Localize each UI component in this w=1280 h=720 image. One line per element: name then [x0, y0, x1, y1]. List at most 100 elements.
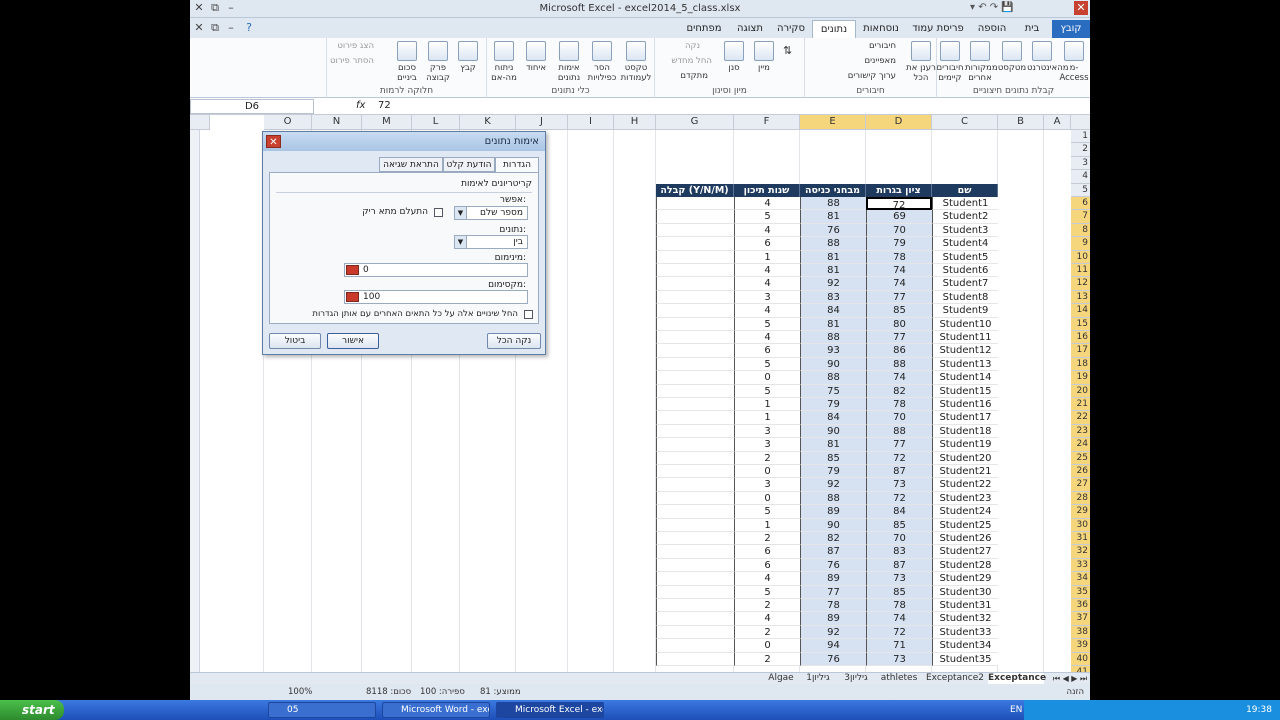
cell-e35[interactable]: 77	[800, 585, 866, 599]
cell-e13[interactable]: 83	[800, 290, 866, 305]
cell-f23[interactable]: 3	[734, 424, 800, 439]
cell-f32[interactable]: 6	[734, 545, 800, 559]
select-all-corner[interactable]	[190, 115, 210, 130]
cell-c38[interactable]: Student33	[932, 625, 998, 640]
cell-g35[interactable]	[656, 585, 734, 599]
cell-f28[interactable]: 0	[734, 491, 800, 506]
cell-g18[interactable]	[656, 357, 734, 372]
row-header[interactable]: 36	[1071, 599, 1090, 613]
cell-d29[interactable]: 84	[866, 505, 932, 519]
doc-close-icon[interactable]: ✕	[192, 21, 206, 35]
cell-d35[interactable]: 85	[866, 585, 932, 599]
cell-f30[interactable]: 1	[734, 518, 800, 532]
cell-e20[interactable]: 75	[800, 384, 866, 398]
cell-f33[interactable]: 6	[734, 558, 800, 573]
cell-f36[interactable]: 2	[734, 599, 800, 613]
cell-c8[interactable]: Student3	[932, 223, 998, 238]
ignore-blank-checkbox[interactable]	[434, 208, 443, 217]
cell-e16[interactable]: 88	[800, 331, 866, 345]
select-all[interactable]	[1071, 115, 1090, 130]
formula-input[interactable]: 72	[378, 100, 391, 111]
cell-d22[interactable]: 70	[866, 411, 932, 425]
cell-d13[interactable]: 77	[866, 290, 932, 305]
maximum-input[interactable]: 100	[344, 290, 528, 304]
hide-detail-button[interactable]: הסתר פירוט	[330, 56, 374, 66]
row-header[interactable]: 25	[1071, 451, 1090, 465]
cell-e7[interactable]: 81	[800, 210, 866, 224]
column-header-m[interactable]: M	[362, 115, 412, 130]
cell-c11[interactable]: Student6	[932, 264, 998, 278]
cell-e12[interactable]: 92	[800, 277, 866, 291]
group-button[interactable]: קבץ	[453, 41, 483, 73]
row-header[interactable]: 18	[1071, 357, 1090, 372]
cell-e31[interactable]: 82	[800, 532, 866, 546]
zoom-level[interactable]: 100%	[288, 684, 312, 700]
cell-c19[interactable]: Student14	[932, 371, 998, 385]
edit-links-button[interactable]: ערוך קישורים	[848, 71, 896, 81]
row-header[interactable]: 15	[1071, 317, 1090, 331]
cell-d30[interactable]: 85	[866, 518, 932, 532]
cell-g36[interactable]	[656, 599, 734, 613]
cell-d7[interactable]: 69	[866, 210, 932, 224]
filter-button[interactable]: סנן	[719, 41, 749, 73]
cell-f21[interactable]: 1	[734, 398, 800, 412]
cell-e28[interactable]: 88	[800, 491, 866, 506]
cell-d10[interactable]: 78	[866, 250, 932, 264]
cell-g26[interactable]	[656, 465, 734, 479]
doc-restore-icon[interactable]: ⧉	[208, 21, 222, 35]
row-header[interactable]: 11	[1071, 264, 1090, 278]
reapply-button[interactable]: החל מחדש	[671, 56, 712, 66]
cell-e24[interactable]: 81	[800, 438, 866, 452]
cell-c18[interactable]: Student13	[932, 357, 998, 372]
app-close-icon[interactable]: ✕	[1074, 1, 1088, 15]
cell-d27[interactable]: 73	[866, 478, 932, 492]
column-header-k[interactable]: K	[460, 115, 516, 130]
column-header-c[interactable]: C	[932, 115, 998, 130]
cell-c31[interactable]: Student26	[932, 532, 998, 546]
cell-f8[interactable]: 4	[734, 223, 800, 238]
cell-g7[interactable]	[656, 210, 734, 224]
cell-g32[interactable]	[656, 545, 734, 559]
cell-d15[interactable]: 80	[866, 317, 932, 331]
row-header[interactable]: 7	[1071, 210, 1090, 224]
vertical-scrollbar[interactable]	[190, 130, 200, 673]
cell-e10[interactable]: 81	[800, 250, 866, 264]
cell-d24[interactable]: 77	[866, 438, 932, 452]
row-header[interactable]: 31	[1071, 532, 1090, 546]
row-header[interactable]: 26	[1071, 465, 1090, 479]
quick-access-toolbar[interactable]: ▾ ↶ ↷ 💾	[970, 2, 1014, 13]
tab-home[interactable]: בית	[1014, 20, 1050, 38]
header-name[interactable]: שם	[932, 183, 998, 198]
cell-e26[interactable]: 79	[800, 465, 866, 479]
from-web-button[interactable]: מהאינטרנט	[1027, 41, 1069, 73]
sort-az-icon[interactable]: ⇅	[783, 44, 792, 57]
cell-f22[interactable]: 1	[734, 411, 800, 425]
taskbar-item-folder[interactable]: 05	[268, 702, 376, 718]
cell-g27[interactable]	[656, 478, 734, 492]
dialog-close-icon[interactable]: ✕	[266, 135, 281, 148]
row-header[interactable]: 9	[1071, 237, 1090, 251]
cell-c35[interactable]: Student30	[932, 585, 998, 599]
tab-page-layout[interactable]: פריסת עמוד	[906, 20, 970, 38]
cell-e11[interactable]: 81	[800, 264, 866, 278]
from-other-button[interactable]: ממקורות אחרים	[965, 41, 998, 83]
cell-g30[interactable]	[656, 518, 734, 532]
cell-d26[interactable]: 87	[866, 465, 932, 479]
cell-e19[interactable]: 88	[800, 371, 866, 385]
dialog-tab-input-message[interactable]: הודעת קלט	[443, 157, 495, 172]
advanced-filter-button[interactable]: מתקדם	[680, 71, 708, 81]
cell-f24[interactable]: 3	[734, 438, 800, 452]
cell-d23[interactable]: 88	[866, 424, 932, 439]
taskbar-item-excel[interactable]: Microsoft Excel - exc...	[496, 702, 604, 718]
cell-c23[interactable]: Student18	[932, 424, 998, 439]
row-header[interactable]: 5	[1071, 183, 1090, 197]
cell-f11[interactable]: 4	[734, 264, 800, 278]
cell-g24[interactable]	[656, 438, 734, 452]
tab-formulas[interactable]: נוסחאות	[858, 20, 904, 38]
cell-f6[interactable]: 4	[734, 197, 800, 211]
cell-g23[interactable]	[656, 424, 734, 439]
cell-c15[interactable]: Student10	[932, 317, 998, 331]
row-header[interactable]: 32	[1071, 545, 1090, 559]
cell-g37[interactable]	[656, 612, 734, 626]
row-header[interactable]: 3	[1071, 156, 1090, 171]
